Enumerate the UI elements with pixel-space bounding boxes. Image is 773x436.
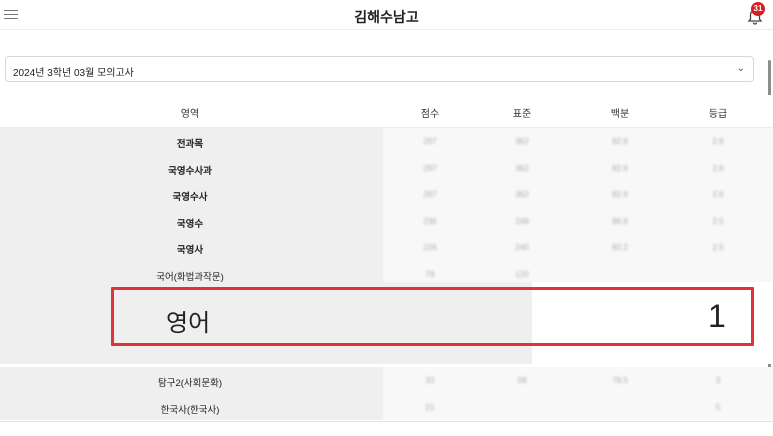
grade-cell: 5 xyxy=(715,402,721,412)
row-name: 국영사 xyxy=(176,245,204,256)
score-cell: 79 xyxy=(425,269,435,279)
column-header-score: 점수 xyxy=(420,109,440,120)
top-app-bar: 김해수남고 31 xyxy=(0,0,773,30)
row-name: 전과목 xyxy=(176,139,204,150)
score-cell: 297 xyxy=(423,190,437,199)
highlight-subject-name: 영어 xyxy=(166,310,211,337)
column-header-standard: 표준 xyxy=(512,109,532,120)
table-row: 한국사(한국사) 21 5 xyxy=(0,393,773,420)
column-header-grade: 등급 xyxy=(708,109,728,120)
table-row: 국영수 236 248 86.6 2.5 xyxy=(0,207,773,234)
row-name: 국어(화법과작문) xyxy=(156,271,224,283)
row-name: 국영수사 xyxy=(172,192,208,203)
table-header: 영역 점수 표준 백분 등급 xyxy=(0,95,773,128)
table-bottom-border xyxy=(0,421,773,422)
column-header-percentile: 백분 xyxy=(610,109,630,120)
score-cell: 226 xyxy=(423,243,437,252)
notification-badge: 31 xyxy=(751,2,765,16)
row-name: 국영수사과 xyxy=(168,165,212,177)
grade-cell: 2.6 xyxy=(712,190,724,199)
table-row: 탐구2(사회문화) 33 58 79.5 3 xyxy=(0,367,773,394)
row-name: 국영수 xyxy=(176,218,204,230)
percentile-cell: 82.6 xyxy=(612,137,628,146)
percentile-cell: 82.6 xyxy=(612,163,628,173)
percentile-cell: 86.6 xyxy=(612,216,628,226)
chevron-down-icon: ⌄ xyxy=(736,63,745,74)
standard-cell: 120 xyxy=(515,269,529,279)
standard-cell: 362 xyxy=(515,163,529,173)
grade-cell: 2.6 xyxy=(712,163,724,173)
table-row: 전과목 297 362 82.6 2.6 xyxy=(0,128,773,155)
score-cell: 236 xyxy=(423,216,437,226)
grade-cell: 3 xyxy=(715,376,721,385)
row-name: 한국사(한국사) xyxy=(160,404,220,416)
score-cell: 297 xyxy=(423,137,437,146)
score-cell: 33 xyxy=(425,376,435,385)
grade-cell: 2.6 xyxy=(712,137,724,146)
exam-select[interactable]: 2024년 3학년 03월 모의고사 ⌄ xyxy=(5,56,754,82)
score-cell: 297 xyxy=(423,163,437,173)
table-row: 국영수사과 297 362 82.6 2.6 xyxy=(0,154,773,181)
column-header-area: 영역 xyxy=(180,109,200,120)
app-title: 김해수남고 xyxy=(354,9,419,25)
exam-select-value: 2024년 3학년 03월 모의고사 xyxy=(13,68,134,79)
percentile-cell: 79.5 xyxy=(612,376,628,385)
table-row: 국영사 226 240 82.2 2.5 xyxy=(0,234,773,261)
percentile-cell: 82.2 xyxy=(612,243,628,252)
row-name: 탐구2(사회문화) xyxy=(157,378,223,389)
standard-cell: 240 xyxy=(515,243,529,252)
highlight-grade: 1 xyxy=(708,298,726,334)
table-row: 국영수사 297 362 82.6 2.6 xyxy=(0,181,773,208)
grade-cell: 2.5 xyxy=(712,216,724,226)
standard-cell: 248 xyxy=(515,216,529,226)
grade-cell: 2.5 xyxy=(712,243,724,252)
score-cell: 21 xyxy=(425,402,435,412)
standard-cell: 362 xyxy=(515,137,529,146)
standard-cell: 58 xyxy=(517,376,527,385)
percentile-cell: 82.6 xyxy=(612,190,628,199)
standard-cell: 362 xyxy=(515,190,529,199)
